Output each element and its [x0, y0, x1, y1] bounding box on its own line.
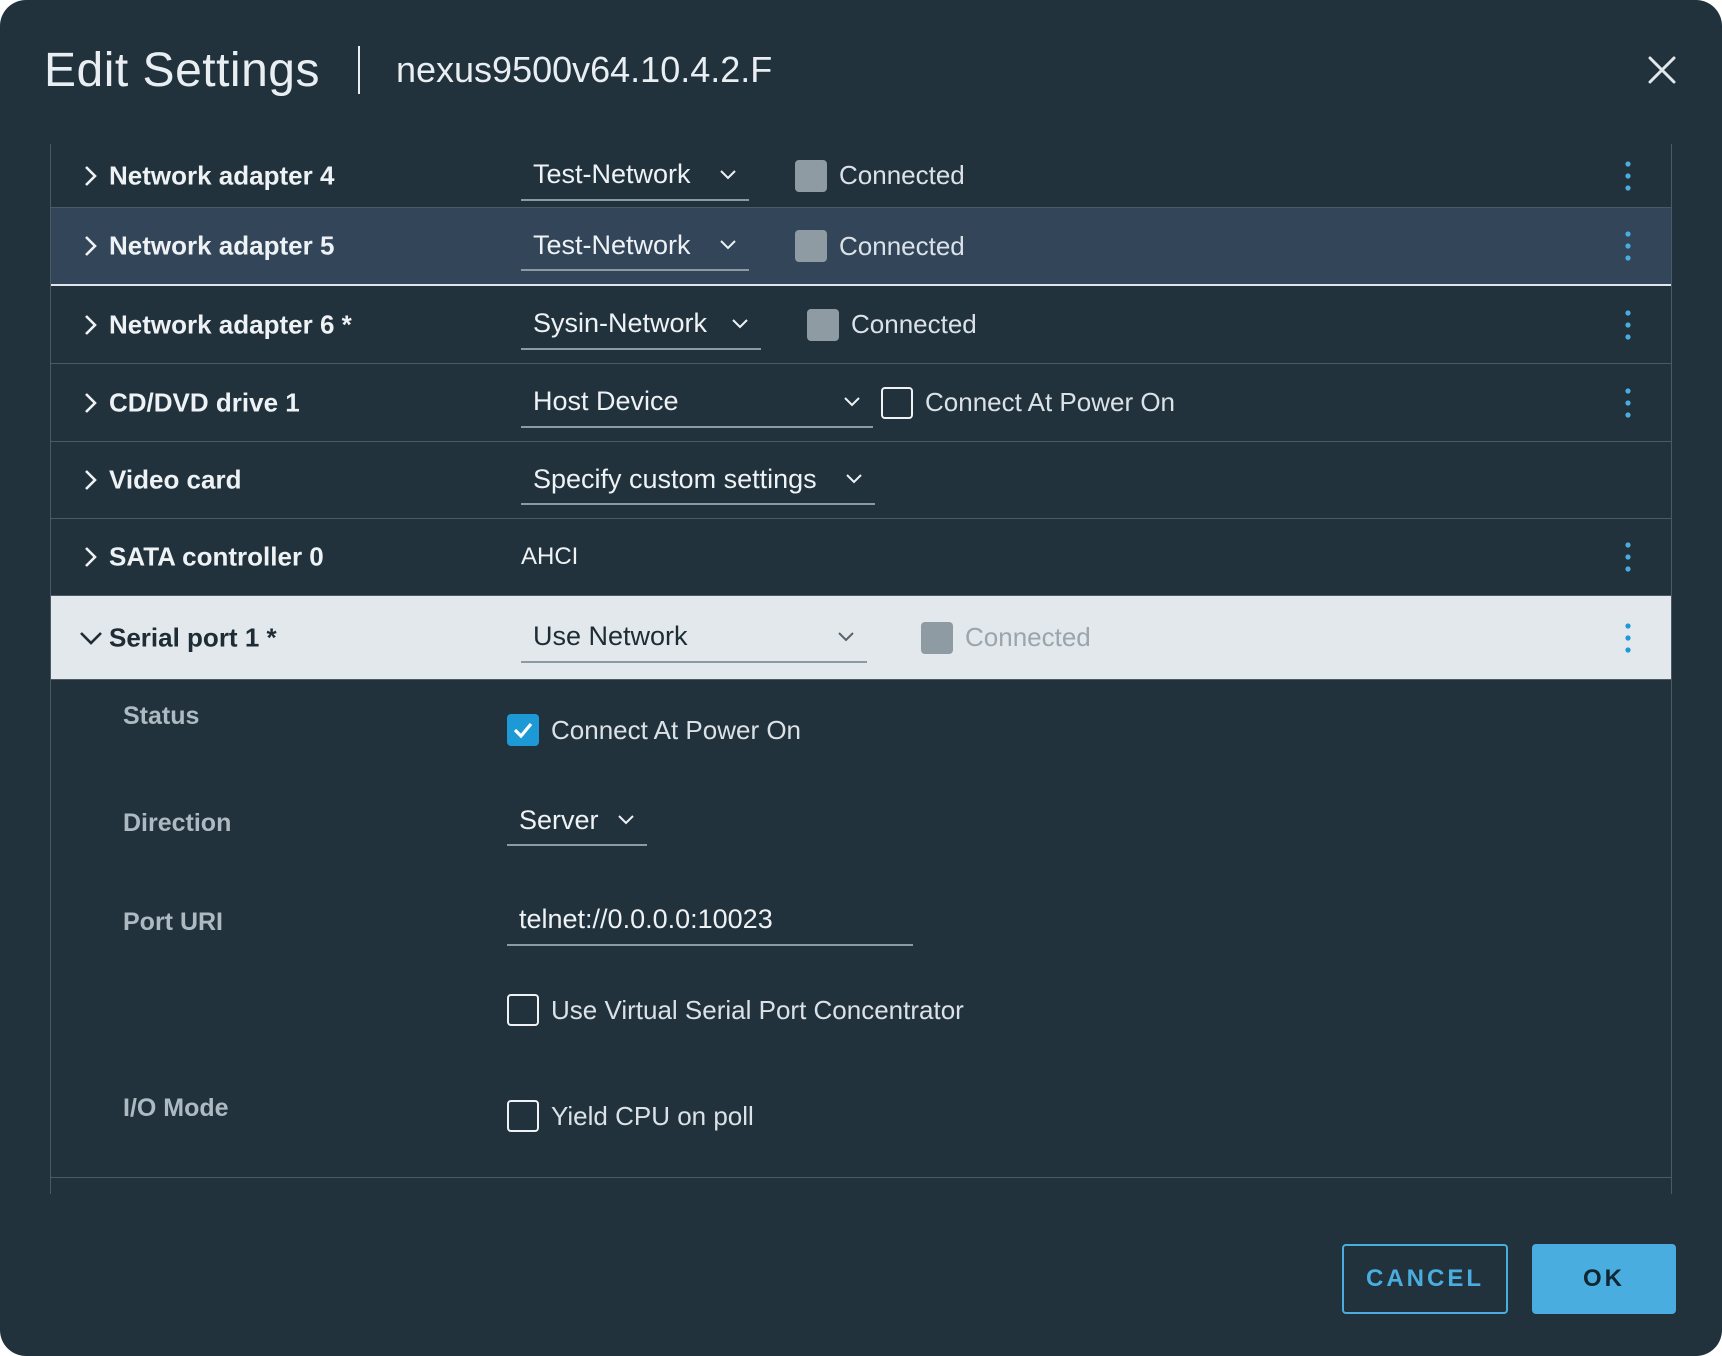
chevron-down-icon: [846, 474, 862, 484]
chevron-down-icon: [838, 631, 854, 641]
yield-cpu-on-poll-checkbox[interactable]: Yield CPU on poll: [507, 1100, 754, 1132]
checkmark-icon: [513, 722, 533, 739]
network-adapter-6-row[interactable]: Network adapter 6 * Sysin-Network Connec…: [51, 286, 1671, 364]
io-mode-label: I/O Mode: [123, 1094, 229, 1122]
cd-dvd-connect-at-power-on-checkbox[interactable]: Connect At Power On: [881, 386, 1175, 419]
video-card-row[interactable]: Video card Specify custom settings: [51, 442, 1671, 519]
edit-settings-dialog: Edit Settings nexus9500v64.10.4.2.F Netw…: [0, 0, 1722, 1356]
chevron-down-icon: [732, 318, 748, 328]
checkbox-disabled: [795, 159, 827, 192]
cd-dvd-device-select[interactable]: Host Device: [521, 378, 873, 428]
port-uri-input[interactable]: telnet://0.0.0.0:10023: [507, 894, 913, 946]
network-adapter-4-row[interactable]: Network adapter 4 Test-Network Connected: [51, 144, 1671, 208]
port-uri-label: Port URI: [123, 908, 223, 936]
chevron-right-icon[interactable]: [81, 545, 101, 569]
checkbox-disabled: [921, 621, 953, 654]
network-adapter-4-network-select[interactable]: Test-Network: [521, 151, 749, 201]
cancel-button[interactable]: CANCEL: [1342, 1244, 1508, 1314]
dialog-title: Edit Settings: [44, 43, 320, 97]
serial-port-row[interactable]: Serial port 1 * Use Network Connected: [51, 596, 1671, 680]
direction-select[interactable]: Server: [507, 796, 647, 846]
network-adapter-6-label: Network adapter 6 *: [109, 309, 352, 339]
chevron-down-icon: [720, 169, 736, 179]
chevron-right-icon[interactable]: [81, 468, 101, 492]
ok-button[interactable]: OK: [1532, 1244, 1676, 1314]
network-adapter-4-connected-checkbox[interactable]: Connected: [795, 159, 965, 192]
kebab-menu-icon[interactable]: [1624, 160, 1632, 192]
status-connect-at-power-on-checkbox[interactable]: Connect At Power On: [507, 714, 801, 746]
sata-controller-row[interactable]: SATA controller 0 AHCI: [51, 519, 1671, 596]
sata-controller-label: SATA controller 0: [109, 541, 324, 572]
video-card-settings-select[interactable]: Specify custom settings: [521, 455, 875, 505]
cd-dvd-drive-label: CD/DVD drive 1: [109, 387, 300, 417]
network-adapter-6-network-select[interactable]: Sysin-Network: [521, 300, 761, 350]
kebab-menu-icon[interactable]: [1624, 387, 1632, 419]
checkbox-disabled: [795, 230, 827, 262]
checkbox-unchecked: [881, 386, 913, 419]
checkbox-unchecked: [507, 1100, 539, 1132]
close-icon[interactable]: [1644, 52, 1680, 88]
chevron-down-icon[interactable]: [79, 628, 103, 648]
kebab-menu-icon[interactable]: [1624, 541, 1632, 573]
network-adapter-5-label: Network adapter 5: [109, 230, 335, 261]
serial-port-details: Status Connect At Power On Direction Ser…: [51, 680, 1671, 1178]
chevron-down-icon: [720, 240, 736, 250]
direction-label: Direction: [123, 809, 232, 837]
serial-port-type-select[interactable]: Use Network: [521, 613, 867, 663]
chevron-down-icon: [844, 396, 860, 406]
serial-port-label: Serial port 1 *: [109, 622, 277, 652]
network-adapter-5-connected-checkbox[interactable]: Connected: [795, 230, 965, 262]
network-adapter-5-row[interactable]: Network adapter 5 Test-Network Connected: [51, 208, 1671, 286]
checkbox-checked: [507, 714, 539, 746]
kebab-menu-icon[interactable]: [1624, 230, 1632, 262]
serial-port-connected-checkbox[interactable]: Connected: [921, 621, 1091, 654]
network-adapter-5-network-select[interactable]: Test-Network: [521, 221, 749, 271]
chevron-right-icon[interactable]: [81, 234, 101, 258]
virtual-hardware-list[interactable]: Network adapter 4 Test-Network Connected…: [50, 144, 1672, 1194]
title-separator: [357, 46, 360, 94]
kebab-menu-icon[interactable]: [1624, 309, 1632, 341]
sata-controller-type: AHCI: [521, 543, 579, 570]
checkbox-unchecked: [507, 994, 539, 1026]
dialog-header: Edit Settings nexus9500v64.10.4.2.F: [44, 40, 772, 100]
checkbox-disabled: [807, 308, 839, 341]
network-adapter-4-label: Network adapter 4: [109, 160, 335, 190]
vm-name: nexus9500v64.10.4.2.F: [395, 49, 773, 90]
cd-dvd-drive-row[interactable]: CD/DVD drive 1 Host Device Connect At Po…: [51, 364, 1671, 442]
chevron-right-icon[interactable]: [81, 164, 101, 188]
kebab-menu-icon[interactable]: [1624, 622, 1632, 654]
chevron-right-icon[interactable]: [81, 391, 101, 415]
chevron-down-icon: [618, 815, 634, 825]
status-label: Status: [123, 702, 200, 730]
video-card-label: Video card: [109, 464, 242, 495]
chevron-right-icon[interactable]: [81, 313, 101, 337]
network-adapter-6-connected-checkbox[interactable]: Connected: [807, 308, 977, 341]
use-vspc-checkbox[interactable]: Use Virtual Serial Port Concentrator: [507, 994, 964, 1026]
